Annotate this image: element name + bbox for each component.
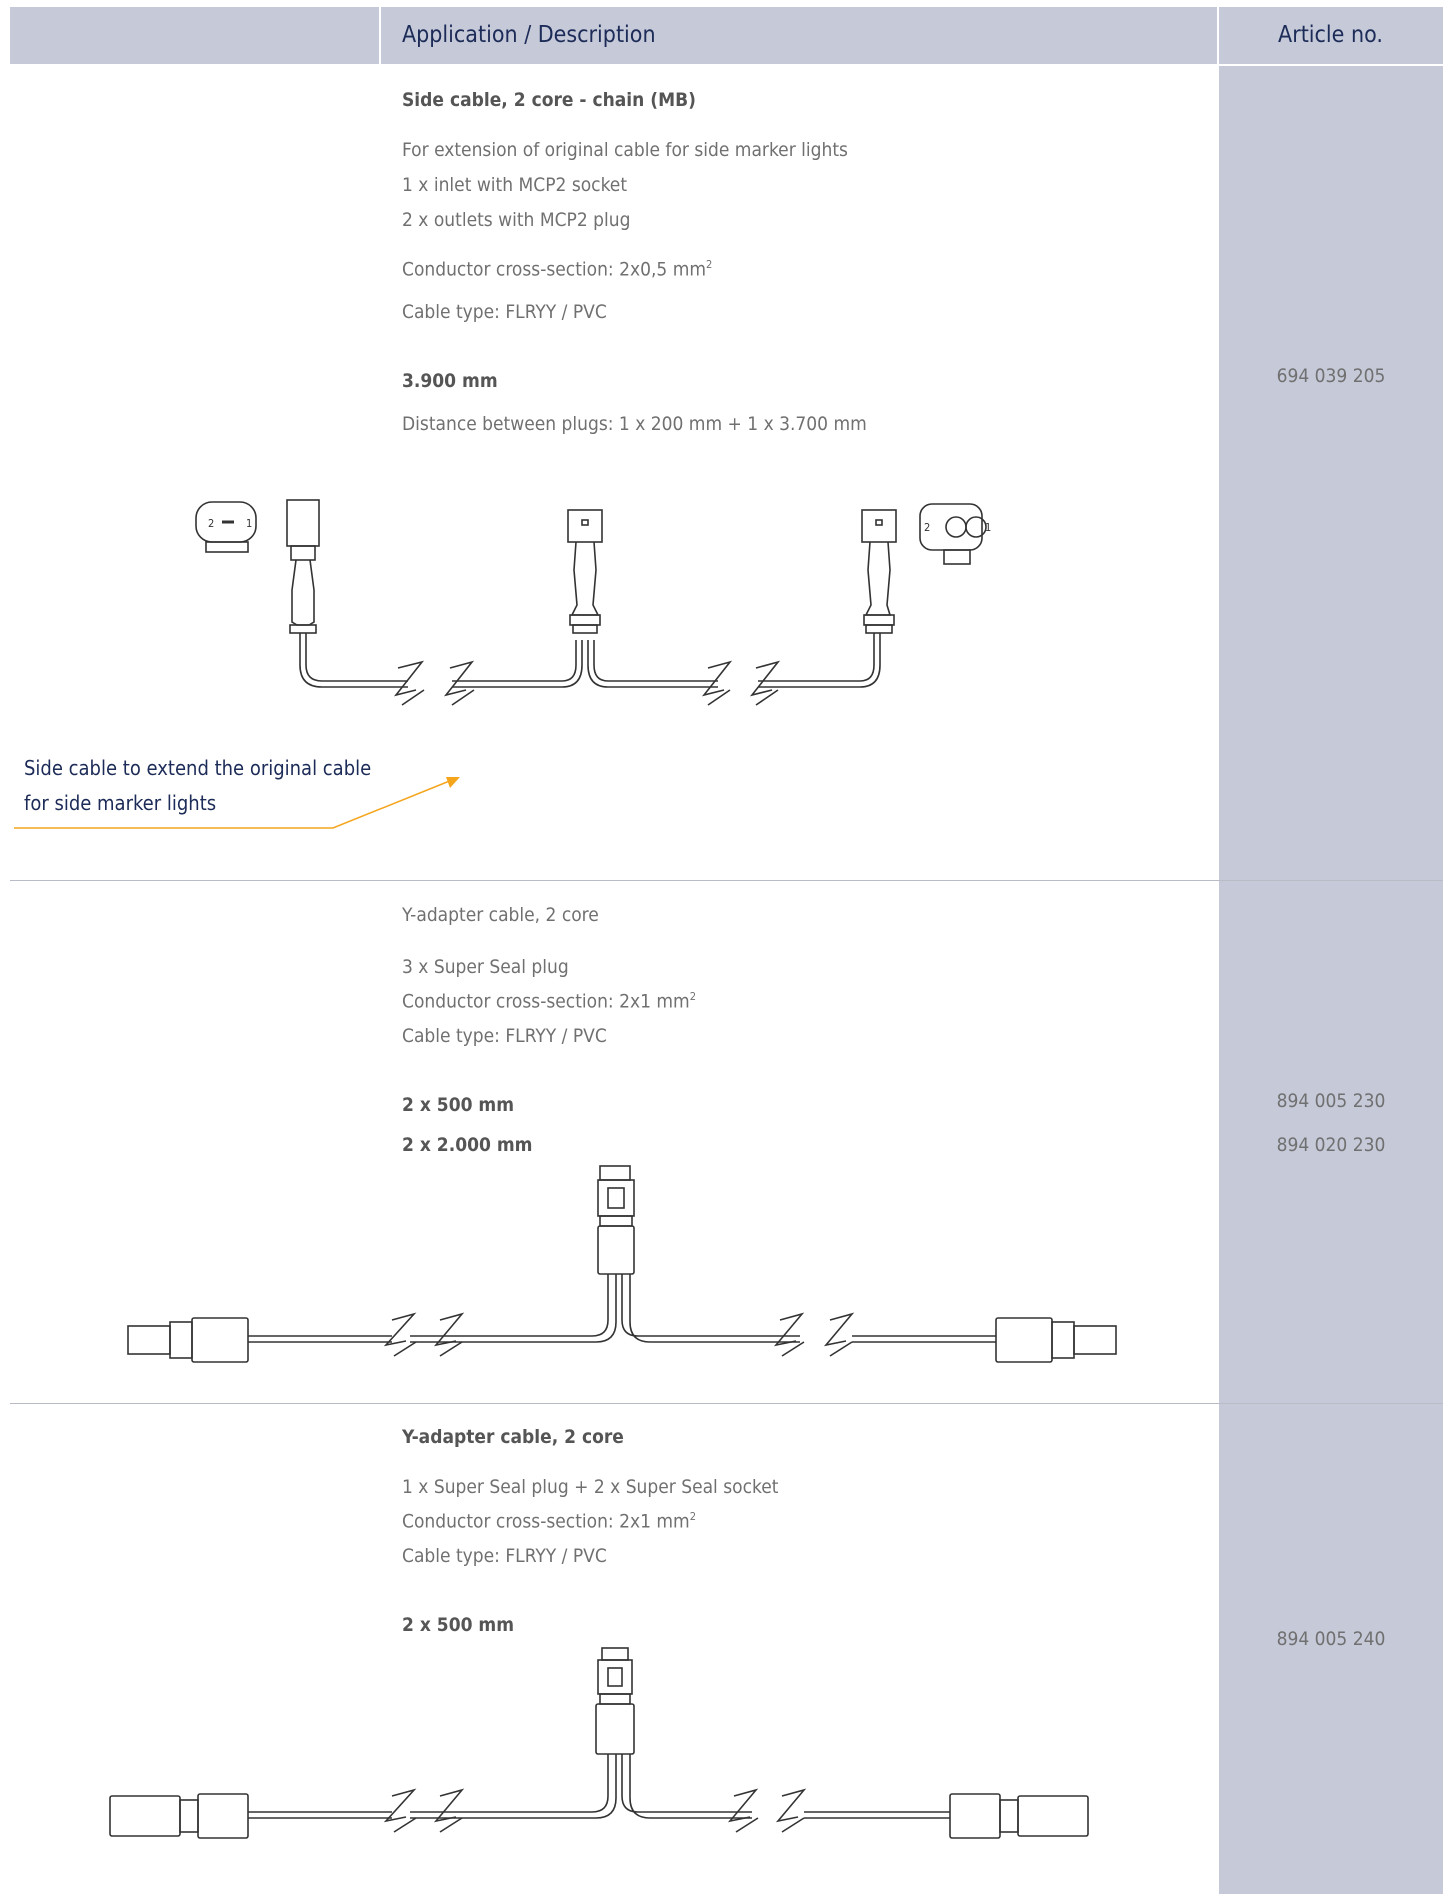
cable-type: Cable type: FLRYY / PVC bbox=[402, 301, 607, 323]
cross-section: Conductor cross-section: 2x1 mm2 bbox=[402, 1510, 697, 1533]
length: 2 x 500 mm bbox=[402, 1614, 515, 1636]
length: 3.900 mm bbox=[402, 370, 498, 392]
header-description-label: Application / Description bbox=[402, 22, 656, 48]
product-line: 1 x inlet with MCP2 socket bbox=[402, 174, 628, 196]
cable-type: Cable type: FLRYY / PVC bbox=[402, 1545, 607, 1567]
y-adapter-drawing-2 bbox=[109, 1647, 1089, 1839]
length: 2 x 2.000 mm bbox=[402, 1134, 533, 1156]
article-column bbox=[1219, 66, 1443, 1894]
cross-section: Conductor cross-section: 2x1 mm2 bbox=[402, 990, 697, 1013]
product-line: For extension of original cable for side… bbox=[402, 139, 848, 161]
row-separator bbox=[10, 1403, 1443, 1404]
header-divider-left bbox=[379, 7, 381, 64]
header-article-label: Article no. bbox=[1278, 22, 1383, 48]
product-line: 2 x outlets with MCP2 plug bbox=[402, 209, 631, 231]
length: 2 x 500 mm bbox=[402, 1094, 515, 1116]
article-number: 694 039 205 bbox=[1276, 365, 1386, 387]
product-line: 3 x Super Seal plug bbox=[402, 956, 569, 978]
cross-section: Conductor cross-section: 2x0,5 mm2 bbox=[402, 258, 713, 281]
pin-label: 1 bbox=[985, 521, 991, 534]
product-title: Y-adapter cable, 2 core bbox=[402, 904, 599, 926]
cable-type: Cable type: FLRYY / PVC bbox=[402, 1025, 607, 1047]
row-separator bbox=[10, 880, 1443, 881]
plug-distance: Distance between plugs: 1 x 200 mm + 1 x… bbox=[402, 413, 867, 435]
article-number: 894 020 230 bbox=[1276, 1134, 1386, 1156]
side-cable-drawing: 2 1 2 1 bbox=[195, 499, 991, 706]
callout-arrow bbox=[14, 777, 460, 829]
pin-label: 2 bbox=[208, 517, 214, 530]
pin-label: 2 bbox=[924, 521, 930, 534]
product-line: 1 x Super Seal plug + 2 x Super Seal soc… bbox=[402, 1476, 779, 1498]
product-title: Y-adapter cable, 2 core bbox=[402, 1426, 624, 1448]
pin-label: 1 bbox=[246, 517, 252, 530]
product-title: Side cable, 2 core - chain (MB) bbox=[402, 89, 696, 111]
article-number: 894 005 230 bbox=[1276, 1090, 1386, 1112]
y-adapter-drawing-1 bbox=[127, 1165, 1117, 1363]
